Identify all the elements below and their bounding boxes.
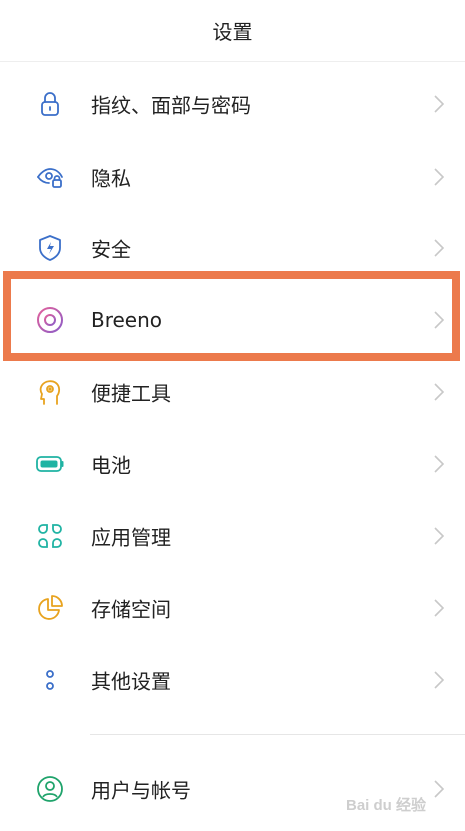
settings-item-security[interactable]: 安全: [0, 212, 465, 284]
settings-item-label: 便捷工具: [91, 381, 171, 406]
settings-item-label: 电池: [91, 453, 131, 478]
settings-item-label: Breeno: [91, 308, 163, 332]
apps-grid-icon: [34, 520, 66, 552]
battery-icon: [34, 448, 66, 480]
chevron-right-icon: [432, 453, 446, 475]
settings-item-breeno[interactable]: Breeno: [0, 284, 465, 356]
shield-icon: [34, 232, 66, 264]
settings-item-label: 指纹、面部与密码: [91, 93, 251, 118]
settings-item-label: 存储空间: [91, 597, 171, 622]
chevron-right-icon: [432, 525, 446, 547]
section-divider: [90, 734, 465, 735]
settings-screen: 设置 指纹、面部与密码 隐私 安全 Breeno 便捷工具 电池 应用管理 存储…: [0, 0, 465, 831]
settings-item-app-management[interactable]: 应用管理: [0, 500, 465, 572]
head-gear-icon: [34, 376, 66, 408]
settings-item-fingerprint-face-password[interactable]: 指纹、面部与密码: [0, 68, 465, 140]
page-title: 设置: [212, 20, 253, 44]
lock-icon: [34, 88, 66, 120]
settings-item-label: 安全: [91, 237, 131, 262]
settings-item-battery[interactable]: 电池: [0, 428, 465, 500]
breeno-icon: [34, 304, 66, 336]
settings-item-label: 用户与帐号: [91, 778, 191, 803]
eye-lock-icon: [34, 161, 66, 193]
settings-item-other-settings[interactable]: 其他设置: [0, 644, 465, 716]
pie-chart-icon: [34, 592, 66, 624]
user-account-icon: [34, 773, 66, 805]
baidu-jingyan-watermark: Bai du 经验: [346, 796, 427, 814]
chevron-right-icon: [432, 669, 446, 691]
settings-item-storage[interactable]: 存储空间: [0, 572, 465, 644]
settings-item-label: 应用管理: [91, 525, 171, 550]
two-dots-icon: [34, 664, 66, 696]
chevron-right-icon: [432, 309, 446, 331]
chevron-right-icon: [432, 381, 446, 403]
chevron-right-icon: [432, 597, 446, 619]
settings-item-convenience-tools[interactable]: 便捷工具: [0, 356, 465, 428]
settings-item-privacy[interactable]: 隐私: [0, 141, 465, 213]
chevron-right-icon: [432, 166, 446, 188]
settings-item-label: 其他设置: [91, 669, 171, 694]
title-bar: 设置: [0, 0, 465, 62]
settings-item-label: 隐私: [91, 166, 131, 191]
chevron-right-icon: [432, 237, 446, 259]
chevron-right-icon: [432, 93, 446, 115]
